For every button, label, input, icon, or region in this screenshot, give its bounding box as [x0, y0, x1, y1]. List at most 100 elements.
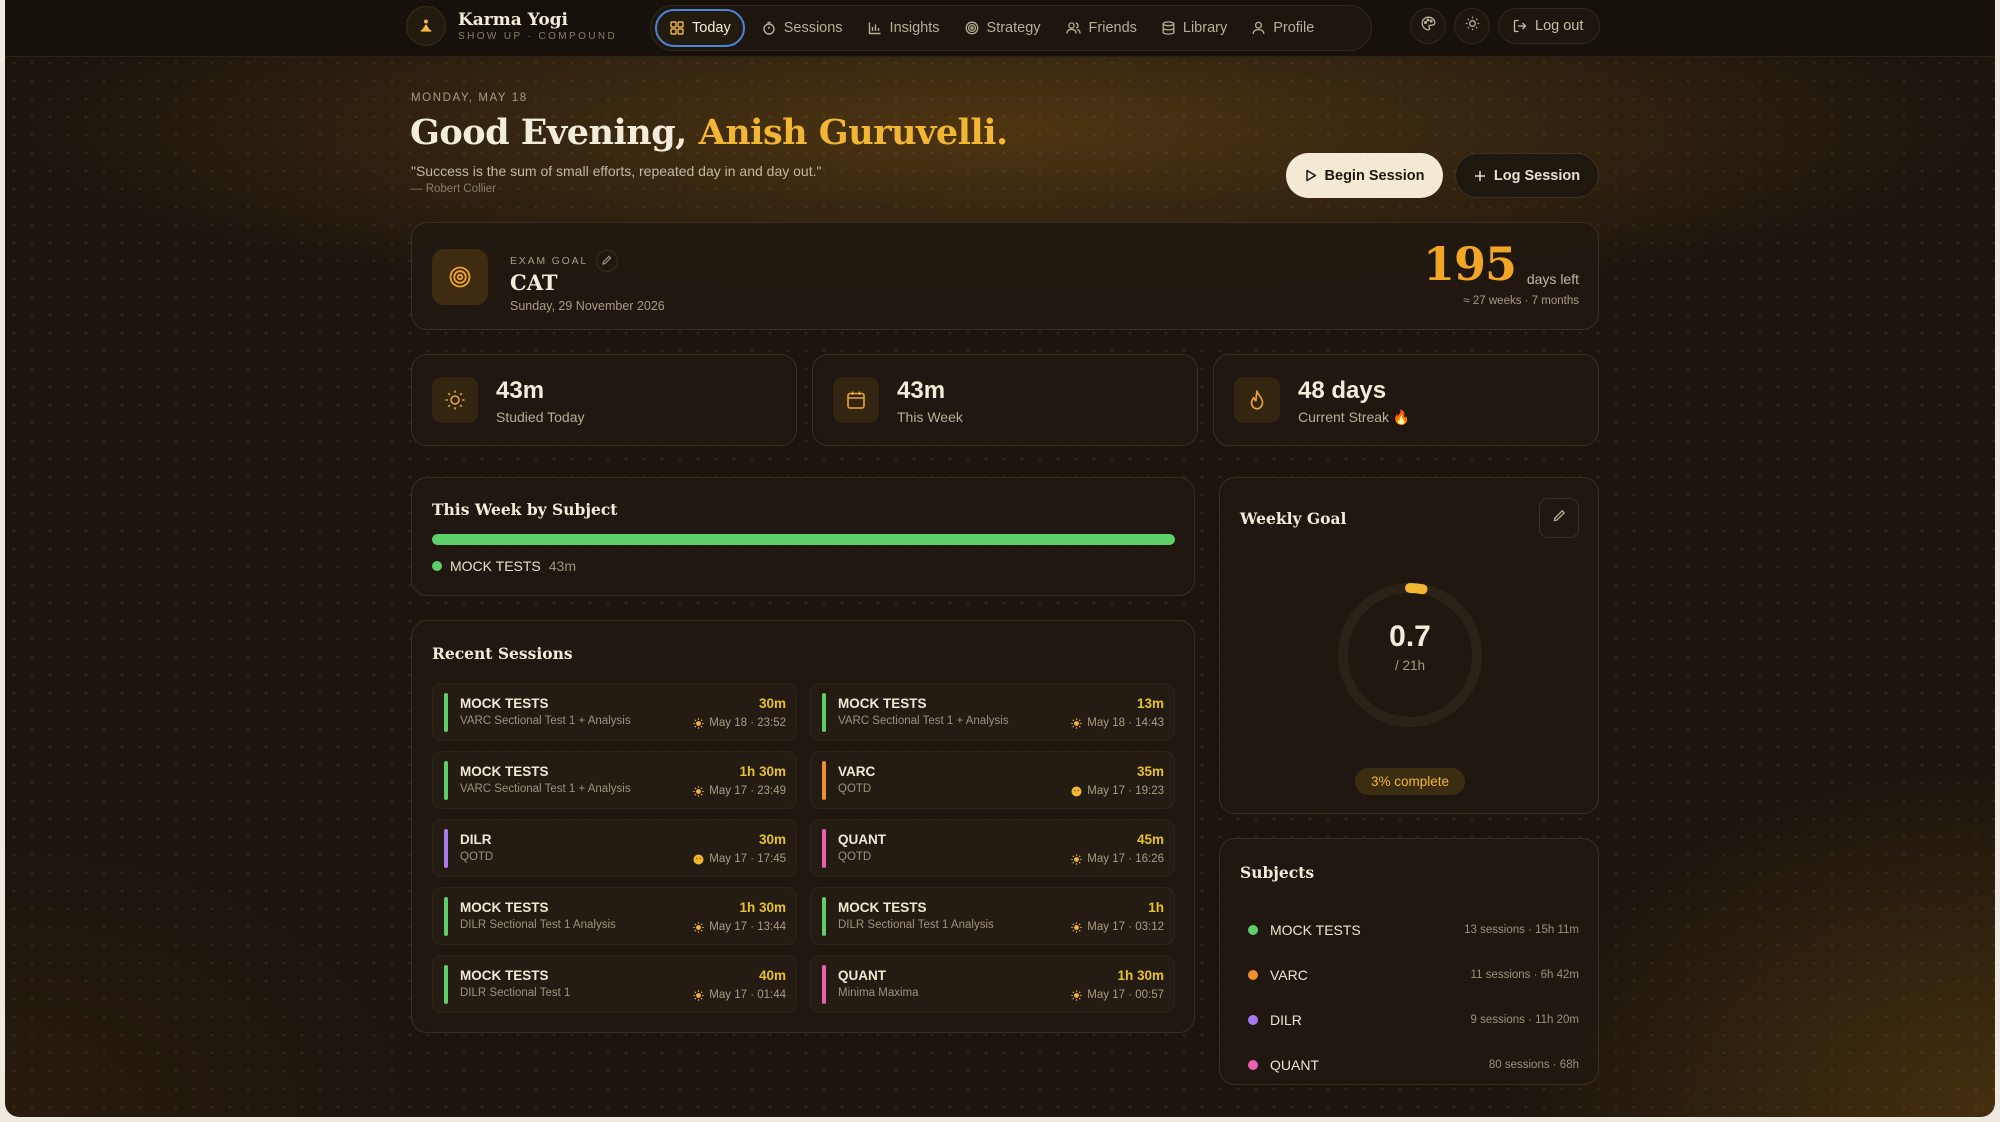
sun-icon	[1465, 16, 1480, 36]
session-time: May 18 · 14:43	[1071, 717, 1164, 729]
session-time: May 17 · 13:44	[693, 921, 786, 933]
subject-dot	[1248, 924, 1258, 935]
session-item[interactable]: QUANT Minima Maxima 1h 30m May 17 · 00:57	[810, 955, 1175, 1013]
subjects-card: Subjects MOCK TESTS 13 sessions · 15h 11m…	[1219, 838, 1599, 1085]
session-item[interactable]: MOCK TESTS VARC Sectional Test 1 + Analys…	[432, 751, 797, 809]
greeting-heading: Good Evening, Anish Guruvelli.	[410, 112, 1008, 153]
session-note: VARC Sectional Test 1 + Analysis	[460, 715, 631, 727]
stat-value: 43m	[897, 377, 946, 404]
subject-color-bar	[822, 829, 826, 868]
subject-color-bar	[822, 693, 826, 732]
sun-icon	[1071, 853, 1082, 865]
nav-library[interactable]: Library	[1149, 9, 1239, 47]
session-timestamp: May 17 · 01:44	[709, 989, 786, 1001]
plus-icon	[1474, 170, 1486, 182]
subject-name: QUANT	[1270, 1056, 1319, 1073]
subject-color-bar	[444, 897, 448, 936]
session-timestamp: May 18 · 23:52	[709, 717, 786, 729]
session-timestamp: May 17 · 13:44	[709, 921, 786, 933]
nav-library-label: Library	[1182, 20, 1228, 36]
session-timestamp: May 17 · 00:57	[1087, 989, 1164, 1001]
session-item[interactable]: MOCK TESTS DILR Sectional Test 1 40m May 17…	[432, 955, 797, 1013]
session-item[interactable]: MOCK TESTS DILR Sectional Test 1 Analysis…	[432, 887, 797, 945]
current-date: MONDAY, MAY 18	[411, 92, 528, 104]
subject-color-bar	[822, 761, 826, 800]
nav-sessions-label: Sessions	[783, 20, 843, 36]
subject-dot	[1248, 1059, 1258, 1070]
session-item[interactable]: MOCK TESTS VARC Sectional Test 1 + Analys…	[432, 683, 797, 741]
subjects-list: MOCK TESTS 13 sessions · 15h 11m VARC 11 se…	[1248, 907, 1579, 1087]
pencil-icon	[1553, 509, 1566, 527]
theme-palette-button[interactable]	[1410, 8, 1446, 44]
session-timestamp: May 17 · 17:45	[709, 853, 786, 865]
session-note: VARC Sectional Test 1 + Analysis	[460, 783, 631, 795]
subject-row[interactable]: VARC 11 sessions · 6h 42m	[1248, 952, 1579, 997]
ring-track	[1338, 583, 1482, 727]
nav-profile[interactable]: Profile	[1239, 9, 1326, 47]
legend-value: 43m	[548, 558, 576, 574]
log-session-button[interactable]: Log Session	[1455, 153, 1599, 198]
nav-today[interactable]: Today	[655, 9, 745, 47]
subject-row[interactable]: QUANT 80 sessions · 68h	[1248, 1042, 1579, 1087]
exam-goal-label-text: EXAM GOAL	[510, 255, 589, 267]
app-name: Karma Yogi	[458, 9, 569, 30]
card-title: This Week by Subject	[432, 500, 618, 519]
session-subject: MOCK TESTS	[838, 900, 927, 915]
palette-icon	[1421, 16, 1436, 36]
logout-label: Log out	[1535, 18, 1584, 34]
nav-sessions[interactable]: Sessions	[749, 9, 855, 47]
user-name: Anish Guruvelli.	[698, 112, 1009, 153]
session-subject: MOCK TESTS	[460, 764, 549, 779]
session-note: DILR Sectional Test 1 Analysis	[460, 919, 616, 931]
session-item[interactable]: QUANT QOTD 45m May 17 · 16:26	[810, 819, 1175, 877]
subject-row[interactable]: MOCK TESTS 13 sessions · 15h 11m	[1248, 907, 1579, 952]
nav-strategy[interactable]: Strategy	[952, 9, 1053, 47]
sun-icon	[693, 717, 704, 729]
session-timestamp: May 17 · 19:23	[1087, 785, 1164, 797]
edit-exam-goal-button[interactable]	[596, 250, 619, 272]
session-duration: 40m	[758, 968, 786, 983]
sun-icon	[1071, 921, 1082, 933]
database-icon	[1162, 21, 1175, 35]
brand[interactable]: Karma Yogi SHOW UP · COMPOUND	[406, 6, 617, 46]
bar-chart-icon	[868, 21, 882, 35]
subject-row[interactable]: DILR 9 sessions · 11h 20m	[1248, 997, 1579, 1042]
sun-icon	[693, 989, 704, 1001]
session-item[interactable]: MOCK TESTS VARC Sectional Test 1 + Analys…	[810, 683, 1175, 741]
nav-insights[interactable]: Insights	[855, 9, 952, 47]
days-left-label: days left	[1526, 271, 1579, 287]
nav-insights-label: Insights	[889, 20, 940, 36]
recent-sessions-card: Recent Sessions MOCK TESTS VARC Sectional…	[411, 620, 1195, 1033]
app-tagline: SHOW UP · COMPOUND	[458, 30, 618, 42]
session-item[interactable]: MOCK TESTS DILR Sectional Test 1 Analysis…	[810, 887, 1175, 945]
session-item[interactable]: DILR QOTD 30m May 17 · 17:45	[432, 819, 797, 877]
session-timestamp: May 17 · 03:12	[1087, 921, 1164, 933]
app-window: Karma Yogi SHOW UP · COMPOUND Today Sess…	[5, 0, 1995, 1117]
session-subject: MOCK TESTS	[460, 968, 549, 983]
sun-icon	[1071, 717, 1082, 729]
session-item[interactable]: VARC QOTD 35m May 17 · 19:23	[810, 751, 1175, 809]
session-time: May 17 · 19:23	[1071, 785, 1164, 797]
sun-icon	[432, 377, 478, 423]
target-icon	[965, 21, 979, 35]
edit-weekly-goal-button[interactable]	[1539, 498, 1579, 538]
session-duration: 30m	[758, 832, 786, 847]
theme-toggle-button[interactable]	[1454, 8, 1490, 44]
session-duration: 13m	[1136, 696, 1164, 711]
flame-icon	[1234, 377, 1280, 423]
nav-friends[interactable]: Friends	[1053, 9, 1149, 47]
moon-face-icon	[1071, 786, 1082, 797]
logout-button[interactable]: Log out	[1498, 8, 1601, 44]
session-time: May 17 · 00:57	[1071, 989, 1164, 1001]
logout-icon	[1513, 19, 1527, 33]
session-time: May 18 · 23:52	[693, 717, 786, 729]
session-time: May 17 · 03:12	[1071, 921, 1164, 933]
session-note: QOTD	[838, 851, 872, 863]
session-duration: 30m	[758, 696, 786, 711]
begin-session-button[interactable]: Begin Session	[1286, 153, 1443, 198]
moon-face-icon	[693, 854, 704, 865]
exam-goal-card: EXAM GOAL CAT Sunday, 29 November 2026 1…	[411, 222, 1599, 330]
session-duration: 1h 30m	[1117, 968, 1164, 983]
session-note: DILR Sectional Test 1 Analysis	[838, 919, 994, 931]
week-by-subject-card: This Week by Subject MOCK TESTS 43m	[411, 477, 1195, 596]
